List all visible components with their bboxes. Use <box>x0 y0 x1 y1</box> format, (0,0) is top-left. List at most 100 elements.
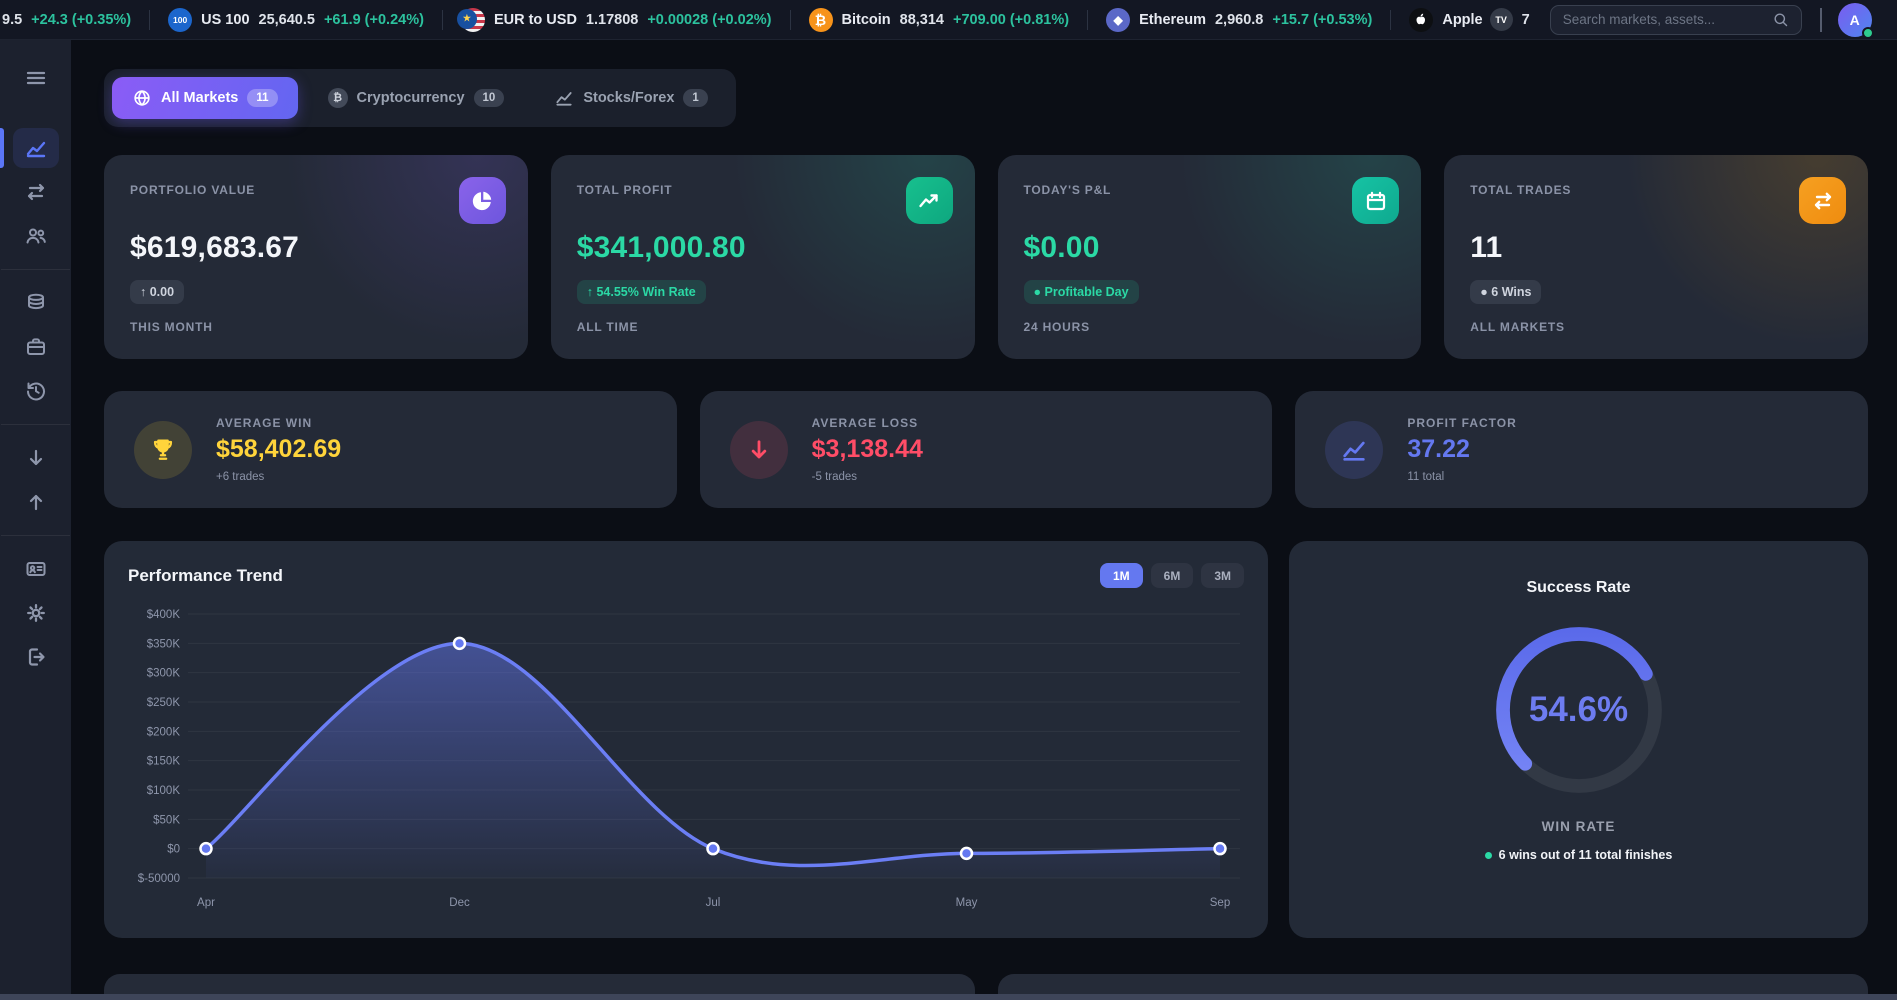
average-win-card: AVERAGE WIN $58,402.69 +6 trades <box>104 391 677 508</box>
sidebar-item-portfolio[interactable] <box>0 325 71 369</box>
ticker-symbol: Apple <box>1442 12 1482 28</box>
trending-up-icon <box>906 177 953 224</box>
card-label: TOTAL TRADES <box>1470 183 1842 197</box>
svg-text:$350K: $350K <box>147 638 181 650</box>
svg-text:$300K: $300K <box>147 668 181 680</box>
svg-text:$200K: $200K <box>147 726 181 738</box>
sidebar-divider <box>1 424 70 425</box>
sidebar-item-assets[interactable] <box>0 281 71 325</box>
arrow-down-icon <box>24 446 48 470</box>
search-input[interactable] <box>1563 12 1772 27</box>
calendar-icon <box>1352 177 1399 224</box>
svg-text:$400K: $400K <box>147 609 181 621</box>
ticker-symbol: Ethereum <box>1139 12 1206 28</box>
win-rate-label: WIN RATE <box>1313 819 1844 834</box>
swap-arrows-icon <box>24 180 48 204</box>
card-value: $619,683.67 <box>130 231 502 265</box>
sidebar-item-account[interactable] <box>0 547 71 591</box>
svg-text:$100K: $100K <box>147 785 181 797</box>
range-button-3m[interactable]: 3M <box>1201 563 1244 588</box>
ticker-item-eurusd[interactable]: EUR to USD 1.17808 +0.00028 (+0.02%) <box>443 8 790 32</box>
sidebar-item-settings[interactable] <box>0 591 71 635</box>
win-rate-note: 6 wins out of 11 total finishes <box>1313 848 1844 862</box>
topbar-separator <box>1820 8 1822 32</box>
ticker-item-bitcoin[interactable]: ₿ Bitcoin 88,314 +709.00 (+0.81%) <box>791 8 1088 32</box>
sidebar-item-deposit[interactable] <box>0 436 71 480</box>
win-rate-percentage: 54.6% <box>1484 615 1674 805</box>
main-content: All Markets 11 ₿ Cryptocurrency 10 Stock… <box>71 40 1897 1000</box>
svg-text:May: May <box>956 897 978 909</box>
id-card-icon <box>24 557 48 581</box>
sidebar-item-trades[interactable] <box>0 170 71 214</box>
hamburger-icon <box>24 66 48 90</box>
trading-dashboard: 9.5 +24.3 (+0.35%) 100 US 100 25,640.5 +… <box>0 0 1897 1000</box>
tradingview-logo-icon: TV <box>1490 8 1513 31</box>
coins-icon <box>24 291 48 315</box>
tab-stocks-forex[interactable]: Stocks/Forex 1 <box>534 77 727 119</box>
chart-title: Performance Trend <box>128 566 283 586</box>
ticker-item-apple[interactable]: Apple TV 7 <box>1391 8 1547 32</box>
market-tabs: All Markets 11 ₿ Cryptocurrency 10 Stock… <box>104 69 736 127</box>
ticker-item-partial[interactable]: 9.5 +24.3 (+0.35%) <box>0 12 149 28</box>
win-rate-donut: 54.6% <box>1484 615 1674 805</box>
card-value: 11 <box>1470 231 1842 265</box>
card-label: TOTAL PROFIT <box>577 183 949 197</box>
svg-text:Jul: Jul <box>706 897 721 909</box>
ticker-item-ethereum[interactable]: ◆ Ethereum 2,960.8 +15.7 (+0.53%) <box>1088 8 1390 32</box>
range-button-6m[interactable]: 6M <box>1151 563 1194 588</box>
sidebar-divider <box>1 535 70 536</box>
sidebar-item-dashboard[interactable] <box>0 126 71 170</box>
globe-icon <box>132 88 152 108</box>
history-icon <box>24 379 48 403</box>
profit-factor-card: PROFIT FACTOR 37.22 11 total <box>1295 391 1868 508</box>
tab-all-markets[interactable]: All Markets 11 <box>112 77 298 119</box>
sidebar <box>0 40 71 1000</box>
ticker-change: +0.00028 (+0.02%) <box>647 12 771 28</box>
range-selector: 1M 6M 3M <box>1100 563 1244 588</box>
sidebar-item-community[interactable] <box>0 214 71 258</box>
online-status-dot <box>1862 27 1874 39</box>
ticker-symbol: Bitcoin <box>842 12 891 28</box>
metric-sub: +6 trades <box>216 471 341 483</box>
horizontal-scrollbar[interactable] <box>0 994 1897 1000</box>
user-avatar[interactable]: A <box>1838 3 1872 37</box>
metric-label: AVERAGE WIN <box>216 416 341 430</box>
trophy-icon <box>134 421 192 479</box>
pie-chart-icon <box>459 177 506 224</box>
search-icon <box>1772 11 1789 28</box>
performance-chart: $400K $350K $300K $250K $200K $150K $100K $50K $… <box>128 600 1244 919</box>
ticker-change: +709.00 (+0.81%) <box>953 12 1069 28</box>
svg-text:$150K: $150K <box>147 756 181 768</box>
success-rate-title: Success Rate <box>1313 579 1844 597</box>
svg-text:$50K: $50K <box>153 814 180 826</box>
apple-icon <box>1409 8 1433 32</box>
profitable-day-badge: ● Profitable Day <box>1024 280 1139 304</box>
trend-line-chart: $400K $350K $300K $250K $200K $150K $100K $50K $… <box>128 600 1244 914</box>
tab-label: Stocks/Forex <box>583 90 674 106</box>
ticker-change: +24.3 (+0.35%) <box>31 12 131 28</box>
metric-label: AVERAGE LOSS <box>812 416 923 430</box>
metric-value: $58,402.69 <box>216 435 341 464</box>
menu-button[interactable] <box>0 56 71 100</box>
logout-icon <box>24 645 48 669</box>
svg-text:$250K: $250K <box>147 697 181 709</box>
ticker-item-us100[interactable]: 100 US 100 25,640.5 +61.9 (+0.24%) <box>150 8 442 32</box>
range-button-1m[interactable]: 1M <box>1100 563 1143 588</box>
sidebar-item-withdraw[interactable] <box>0 480 71 524</box>
portfolio-value-card: PORTFOLIO VALUE $619,683.67 ↑ 0.00 THIS … <box>104 155 528 359</box>
tab-cryptocurrency[interactable]: ₿ Cryptocurrency 10 <box>308 77 525 119</box>
svg-text:$0: $0 <box>167 844 180 856</box>
gear-icon <box>24 601 48 625</box>
tab-count-badge: 1 <box>683 89 707 107</box>
total-trades-card: TOTAL TRADES 11 ● 6 Wins ALL MARKETS <box>1444 155 1868 359</box>
svg-text:Apr: Apr <box>197 897 215 909</box>
ticker-value: 25,640.5 <box>259 12 315 28</box>
sidebar-item-logout[interactable] <box>0 635 71 679</box>
todays-pnl-card: TODAY'S P&L $0.00 ● Profitable Day 24 HO… <box>998 155 1422 359</box>
card-label: PORTFOLIO VALUE <box>130 183 502 197</box>
market-search[interactable] <box>1550 5 1802 35</box>
users-icon <box>24 224 48 248</box>
ticker-symbol: US 100 <box>201 12 249 28</box>
sidebar-item-history[interactable] <box>0 369 71 413</box>
success-rate-card: Success Rate 54.6% <box>1289 541 1868 938</box>
